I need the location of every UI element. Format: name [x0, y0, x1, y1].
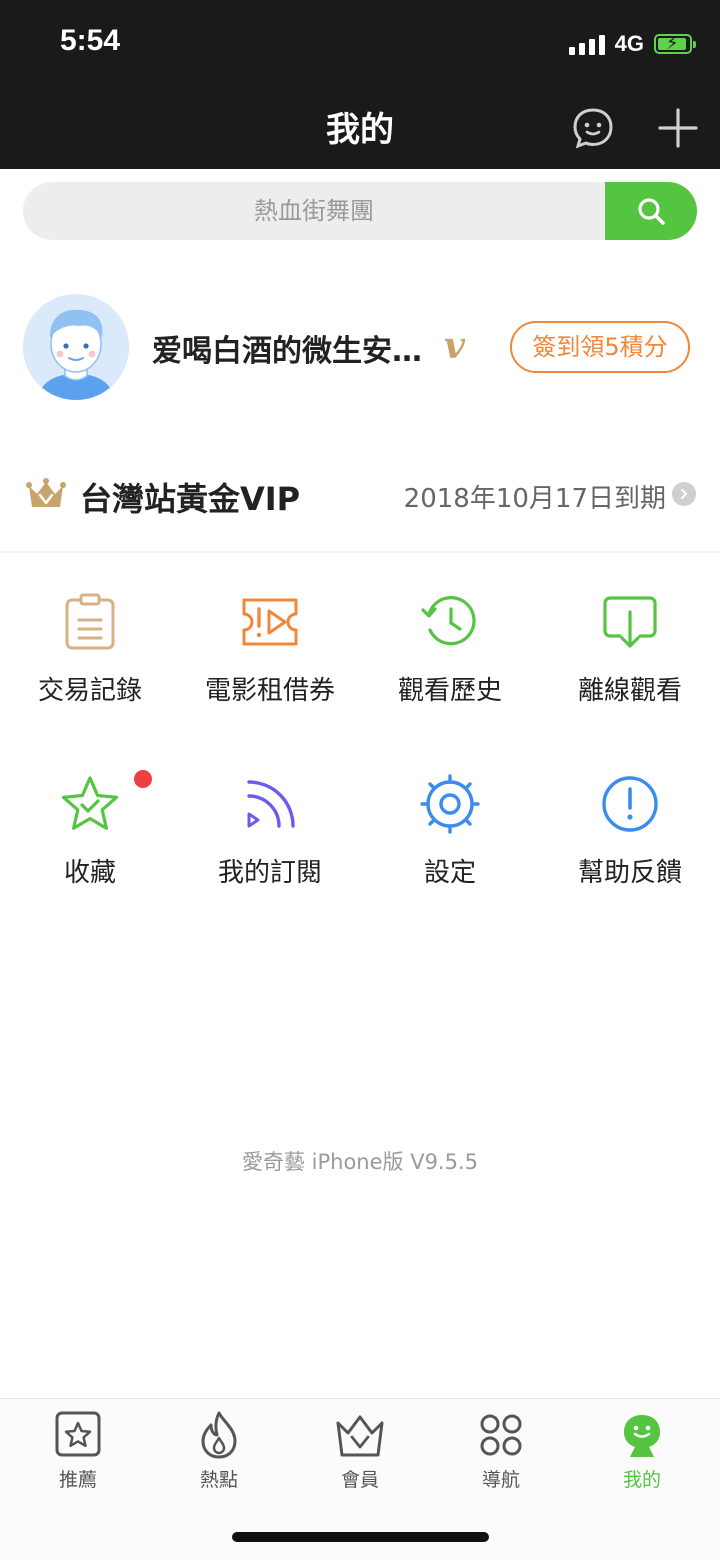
vip-expire-date: 2018年10月17日到期: [403, 484, 666, 514]
grid-label: 收藏: [63, 858, 116, 888]
battery-icon: ⚡: [654, 33, 696, 54]
message-icon[interactable]: [571, 106, 615, 150]
tab-recommended[interactable]: 推薦: [6, 1399, 150, 1499]
chevron-right-icon: [672, 482, 696, 506]
status-time: 5:54: [60, 24, 121, 57]
signal-icon: [568, 33, 605, 55]
grid-label: 設定: [423, 858, 476, 888]
vip-status-row[interactable]: 台灣站黃金VIP 2018年10月17日到期: [0, 470, 720, 520]
app-version: 愛奇藝 iPhone版 V9.5.5: [241, 1150, 479, 1174]
recommend-icon: [55, 1411, 101, 1457]
ticket-play-icon: [242, 598, 298, 646]
history-clock-icon: [421, 596, 476, 646]
grid-label: 我的訂閱: [217, 858, 322, 888]
grid-item-settings[interactable]: 設定: [360, 774, 540, 904]
grid-item-offline[interactable]: 離線觀看: [540, 592, 720, 722]
grid-item-help-feedback[interactable]: 幫助反饋: [540, 774, 720, 904]
header: 我的: [0, 88, 720, 169]
grid-item-subscriptions[interactable]: 我的訂閱: [180, 774, 360, 904]
avatar-illustration: [23, 294, 129, 400]
tab-hot[interactable]: 熱點: [147, 1399, 291, 1499]
divider: [0, 551, 720, 553]
star-icon: [61, 776, 119, 830]
home-indicator[interactable]: [232, 1532, 489, 1542]
status-bar: 5:54 4G ⚡: [0, 0, 720, 88]
crown-outline-icon: [336, 1415, 384, 1457]
subscription-icon: [247, 780, 295, 828]
username[interactable]: 爱喝白酒的微生安…: [152, 326, 422, 370]
avatar[interactable]: [23, 294, 129, 400]
search-input[interactable]: 熱血街舞團: [23, 182, 605, 240]
grid-label: 交易記錄: [37, 676, 142, 706]
help-icon: [602, 776, 658, 832]
grid-item-movie-coupons[interactable]: 電影租借券: [180, 592, 360, 722]
add-icon[interactable]: [656, 106, 700, 150]
tab-label: 推薦: [58, 1469, 97, 1491]
crown-icon: [26, 478, 66, 507]
tab-label: 導航: [481, 1469, 520, 1491]
flame-icon: [201, 1411, 237, 1459]
grid-circles-icon: [480, 1414, 522, 1456]
tab-membership[interactable]: 會員: [288, 1399, 432, 1499]
vip-title: 台灣站黃金VIP: [80, 480, 301, 518]
status-indicators: 4G ⚡: [568, 30, 696, 58]
notification-dot: [134, 770, 152, 788]
tab-mine[interactable]: 我的: [570, 1399, 714, 1499]
network-type: 4G: [614, 31, 644, 56]
download-icon: [603, 596, 657, 648]
clipboard-icon: [65, 593, 115, 650]
tab-label: 熱點: [199, 1469, 238, 1491]
tab-label: 會員: [340, 1469, 379, 1491]
search-button[interactable]: [605, 182, 697, 240]
profile-mascot-icon: [624, 1415, 660, 1457]
search-icon: [638, 198, 665, 225]
search-bar[interactable]: 熱血街舞團: [23, 182, 697, 240]
settings-icon: [420, 774, 480, 834]
grid-label: 幫助反饋: [577, 858, 682, 888]
grid-item-favorites[interactable]: 收藏: [0, 774, 180, 904]
grid-label: 電影租借券: [204, 676, 335, 706]
tab-label: 我的: [622, 1469, 661, 1491]
tab-navigation[interactable]: 導航: [429, 1399, 573, 1499]
checkin-button[interactable]: 簽到領5積分: [510, 321, 690, 373]
grid-item-transactions[interactable]: 交易記錄: [0, 592, 180, 722]
vip-badge-icon: v: [444, 325, 465, 367]
grid-label: 離線觀看: [577, 676, 682, 706]
grid-item-watch-history[interactable]: 觀看歷史: [360, 592, 540, 722]
grid-label: 觀看歷史: [397, 676, 502, 706]
